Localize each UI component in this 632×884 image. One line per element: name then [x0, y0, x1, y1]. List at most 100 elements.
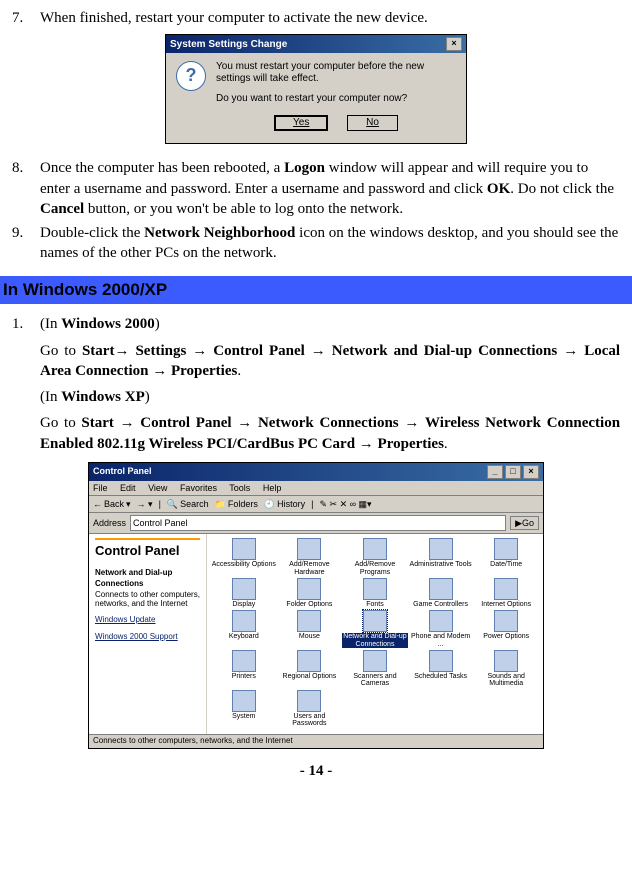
applet-icon	[297, 610, 321, 632]
no-button[interactable]: No	[347, 115, 398, 131]
cp-item[interactable]: Scheduled Tasks	[408, 650, 474, 688]
cp-item-label: System	[232, 713, 255, 720]
cp-item-label: Keyboard	[229, 633, 259, 640]
folders-button[interactable]: 📁Folders	[215, 498, 258, 510]
forward-button[interactable]: → ▾	[137, 498, 153, 510]
link-windows-update[interactable]: Windows Update	[95, 615, 200, 626]
address-label: Address	[93, 517, 126, 529]
applet-icon	[232, 650, 256, 672]
applet-icon	[232, 610, 256, 632]
applet-icon	[232, 538, 256, 560]
menu-view[interactable]: View	[148, 483, 167, 493]
applet-icon	[494, 578, 518, 600]
search-button[interactable]: 🔍Search	[167, 498, 209, 510]
question-icon: ?	[176, 61, 206, 91]
cp-item[interactable]: Accessibility Options	[211, 538, 277, 576]
applet-icon	[363, 578, 387, 600]
cp-item[interactable]: Game Controllers	[408, 578, 474, 608]
menu-help[interactable]: Help	[263, 483, 282, 493]
cp-statusbar: Connects to other computers, networks, a…	[89, 734, 543, 748]
link-win2000-support[interactable]: Windows 2000 Support	[95, 632, 200, 643]
system-settings-dialog: System Settings Change × ? You must rest…	[12, 34, 620, 144]
applet-icon	[363, 650, 387, 672]
cp-item-label: Users and Passwords	[277, 713, 343, 728]
applet-icon	[429, 578, 453, 600]
cp-icon-grid: Accessibility OptionsAdd/Remove Hardware…	[207, 534, 543, 734]
cp-item-label: Phone and Modem ...	[408, 633, 474, 648]
dialog-msg1: You must restart your computer before th…	[216, 61, 456, 85]
back-button[interactable]: ← Back ▾	[93, 498, 131, 510]
address-input[interactable]	[130, 515, 506, 531]
minimize-icon[interactable]: _	[487, 465, 503, 479]
go-button[interactable]: ▶Go	[510, 516, 539, 530]
cp-item[interactable]: Add/Remove Programs	[342, 538, 408, 576]
cp-item-label: Game Controllers	[413, 601, 468, 608]
cp-item-label: Accessibility Options	[212, 561, 276, 568]
cp-item-label: Add/Remove Hardware	[277, 561, 343, 576]
maximize-icon[interactable]: □	[505, 465, 521, 479]
yes-button[interactable]: Yes	[274, 115, 328, 131]
cp-item[interactable]: Scanners and Cameras	[342, 650, 408, 688]
dialog-msg2: Do you want to restart your computer now…	[216, 93, 456, 105]
winxp-path: Go to Start → Control Panel → Network Co…	[40, 413, 620, 454]
cp-item[interactable]: System	[211, 690, 277, 728]
cp-item[interactable]: Phone and Modem ...	[408, 610, 474, 648]
step-9: 9. Double-click the Network Neighborhood…	[12, 223, 620, 264]
cp-item-label: Power Options	[483, 633, 529, 640]
winxp-label: (In Windows XP)	[40, 387, 620, 407]
cp-side-desc: Connects to other computers, networks, a…	[95, 591, 200, 609]
win2000-label: (In Windows 2000)	[40, 314, 620, 334]
menu-favorites[interactable]: Favorites	[180, 483, 217, 493]
cp-item[interactable]: Date/Time	[473, 538, 539, 576]
cp-item[interactable]: Printers	[211, 650, 277, 688]
applet-icon	[494, 650, 518, 672]
step-8-num: 8.	[12, 158, 40, 219]
menu-file[interactable]: File	[93, 483, 108, 493]
cp-item[interactable]: Power Options	[473, 610, 539, 648]
applet-icon	[297, 538, 321, 560]
menu-edit[interactable]: Edit	[120, 483, 136, 493]
menu-tools[interactable]: Tools	[229, 483, 250, 493]
cp-item[interactable]: Users and Passwords	[277, 690, 343, 728]
cp-sidepane: Control Panel Network and Dial-up Connec…	[89, 534, 207, 734]
cp-menubar: File Edit View Favorites Tools Help	[89, 481, 543, 496]
cp-item[interactable]: Regional Options	[277, 650, 343, 688]
cp-item[interactable]: Display	[211, 578, 277, 608]
cp-item-label: Date/Time	[490, 561, 522, 568]
section-header-win2000xp: In Windows 2000/XP	[0, 276, 632, 305]
cp-side-title: Control Panel	[95, 538, 200, 560]
step-9-num: 9.	[12, 223, 40, 264]
cp-item[interactable]: Fonts	[342, 578, 408, 608]
cp-titlebar: Control Panel _ □ ×	[89, 463, 543, 481]
applet-icon	[297, 690, 321, 712]
applet-icon	[232, 578, 256, 600]
cp-item-label: Internet Options	[481, 601, 531, 608]
close-icon[interactable]: ×	[446, 37, 462, 51]
cp-item[interactable]: Internet Options	[473, 578, 539, 608]
cp-item[interactable]: Folder Options	[277, 578, 343, 608]
cp-item[interactable]: Administrative Tools	[408, 538, 474, 576]
cp-item-label: Printers	[232, 673, 256, 680]
applet-icon	[494, 610, 518, 632]
cp-item[interactable]: Keyboard	[211, 610, 277, 648]
page-footer: - 14 -	[12, 761, 620, 781]
step-7-num: 7.	[12, 8, 40, 28]
applet-icon	[494, 538, 518, 560]
cp-item[interactable]: Mouse	[277, 610, 343, 648]
applet-icon	[297, 578, 321, 600]
cp-item[interactable]: Network and Dial-up Connections	[342, 610, 408, 648]
cp-item[interactable]: Sounds and Multimedia	[473, 650, 539, 688]
applet-icon	[429, 538, 453, 560]
cp-item[interactable]: Add/Remove Hardware	[277, 538, 343, 576]
history-button[interactable]: 🕘History	[264, 498, 305, 510]
step-1-num: 1.	[12, 314, 40, 334]
step-1-win2000: 1. (In Windows 2000)	[12, 314, 620, 334]
cp-toolbar: ← Back ▾ → ▾ | 🔍Search 📁Folders 🕘History…	[89, 496, 543, 513]
toolbar-extra-icons[interactable]: ✎ ✂ ✕ ∞ ▦▾	[319, 498, 371, 510]
applet-icon	[363, 538, 387, 560]
cp-item-label: Network and Dial-up Connections	[342, 633, 408, 648]
cp-item-label: Regional Options	[283, 673, 337, 680]
cp-item-label: Add/Remove Programs	[342, 561, 408, 576]
cp-title-text: Control Panel	[93, 465, 152, 479]
close-icon[interactable]: ×	[523, 465, 539, 479]
